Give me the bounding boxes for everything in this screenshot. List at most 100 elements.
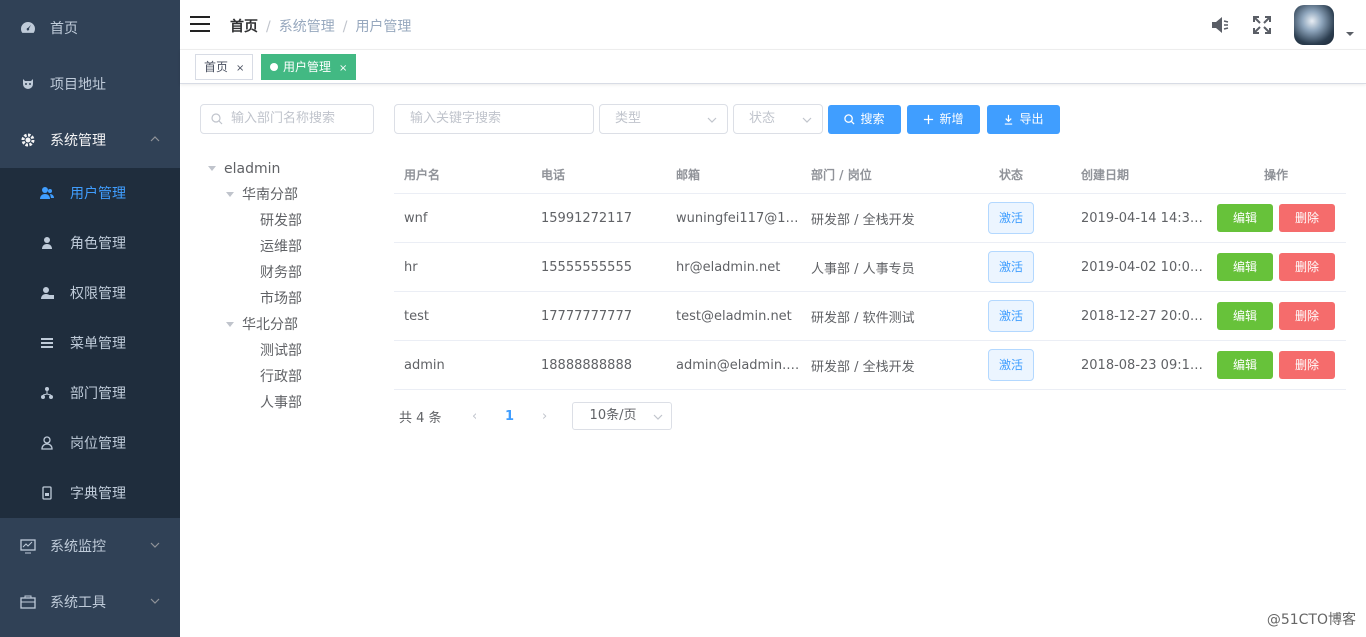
cell-phone: 15991272117: [541, 210, 632, 226]
column-header: 邮箱: [676, 168, 701, 182]
column-header: 电话: [541, 168, 566, 182]
column-header: 用户名: [404, 168, 441, 182]
page-number[interactable]: 1: [490, 409, 530, 424]
tree-node-north[interactable]: 华北分部: [200, 312, 380, 338]
tree-node[interactable]: 研发部: [200, 208, 380, 234]
table-row: wnf 15991272117 wuningfei117@163.com 研发部…: [394, 194, 1346, 243]
caret-down-icon[interactable]: [208, 166, 216, 171]
cell-phone: 15555555555: [541, 259, 632, 275]
cell-username: test: [404, 308, 429, 324]
close-icon[interactable]: ×: [236, 63, 244, 74]
sidebar-item-dicts[interactable]: 字典管理: [0, 468, 180, 518]
tab-users[interactable]: 用户管理 ×: [261, 54, 357, 80]
dept-tree: eladmin 华南分部 研发部 运维部 财务部 市场部 华北分部 测试部 行政…: [200, 156, 380, 416]
monitor-icon: [20, 538, 36, 554]
chevron-down-icon: [802, 117, 812, 123]
delete-button[interactable]: 删除: [1279, 351, 1335, 379]
sidebar-item-depts[interactable]: 部门管理: [0, 368, 180, 418]
sidebar-item-label: 系统管理: [50, 133, 106, 149]
plus-icon: [924, 114, 934, 125]
tree-node[interactable]: 市场部: [200, 286, 380, 312]
sidebar-item-label: 用户管理: [70, 186, 126, 202]
cell-phone: 17777777777: [541, 308, 632, 324]
sidebar-item-tools[interactable]: 系统工具: [0, 574, 180, 630]
sidebar-item-label: 系统工具: [50, 595, 106, 611]
caret-down-icon[interactable]: [226, 322, 234, 327]
cell-dept: 研发部 / 软件测试: [811, 310, 915, 326]
tree-node[interactable]: 人事部: [200, 390, 380, 416]
tree-node[interactable]: 测试部: [200, 338, 380, 364]
search-button[interactable]: 搜索: [828, 105, 901, 134]
sidebar-item-label: 部门管理: [70, 386, 126, 402]
add-button[interactable]: 新增: [907, 105, 980, 134]
menu-icon: [40, 336, 54, 350]
tab-home[interactable]: 首页 ×: [195, 54, 254, 80]
tree-node[interactable]: 运维部: [200, 234, 380, 260]
table-row: hr 15555555555 hr@eladmin.net 人事部 / 人事专员…: [394, 243, 1346, 292]
column-header: 创建日期: [1081, 168, 1130, 182]
sidebar-item-users[interactable]: 用户管理: [0, 168, 180, 218]
avatar[interactable]: [1294, 5, 1334, 45]
keyword-search-input[interactable]: 输入关键字搜索: [394, 104, 594, 134]
chevron-up-icon: [150, 136, 160, 142]
hamburger-icon[interactable]: [190, 16, 210, 34]
sidebar-item-label: 菜单管理: [70, 336, 126, 352]
export-button[interactable]: 导出: [987, 105, 1060, 134]
edit-button[interactable]: 编辑: [1217, 253, 1273, 281]
tree-node[interactable]: 财务部: [200, 260, 380, 286]
search-icon: [844, 114, 856, 125]
edit-button[interactable]: 编辑: [1217, 351, 1273, 379]
dept-search-input[interactable]: 输入部门名称搜索: [200, 104, 374, 134]
cell-created: 2018-08-23 09:11:56: [1081, 357, 1206, 373]
column-header: 操作: [1263, 168, 1288, 182]
cell-dept: 人事部 / 人事专员: [811, 261, 915, 277]
cell-phone: 18888888888: [541, 357, 632, 373]
page-size-select[interactable]: 10条/页: [571, 402, 672, 430]
fullscreen-icon[interactable]: [1252, 15, 1272, 35]
column-header: 部门 / 岗位: [811, 168, 872, 182]
breadcrumb-system: 系统管理: [278, 19, 335, 35]
sidebar-item-permissions[interactable]: 权限管理: [0, 268, 180, 318]
sidebar-item-label: 系统监控: [50, 539, 106, 555]
sidebar-item-project[interactable]: 项目地址: [0, 56, 180, 112]
caret-down-icon[interactable]: [1346, 30, 1354, 38]
sidebar-item-system[interactable]: 系统管理: [0, 112, 180, 168]
sidebar-item-menus[interactable]: 菜单管理: [0, 318, 180, 368]
sidebar-item-roles[interactable]: 角色管理: [0, 218, 180, 268]
status-badge[interactable]: 激活: [988, 300, 1034, 332]
close-icon[interactable]: ×: [339, 63, 347, 74]
sidebar-item-jobs[interactable]: 岗位管理: [0, 418, 180, 468]
delete-button[interactable]: 删除: [1279, 204, 1335, 232]
watermark: @51CTO博客: [1266, 612, 1356, 628]
next-page-button[interactable]: ›: [530, 409, 560, 424]
delete-button[interactable]: 删除: [1279, 302, 1335, 330]
sidebar-item-label: 岗位管理: [70, 436, 126, 452]
sidebar-item-monitor[interactable]: 系统监控: [0, 518, 180, 574]
breadcrumb: 首页 / 系统管理 / 用户管理: [230, 19, 412, 35]
status-badge[interactable]: 激活: [988, 349, 1034, 381]
delete-button[interactable]: 删除: [1279, 253, 1335, 281]
tree-node-root[interactable]: eladmin: [200, 156, 380, 182]
sidebar-item-home[interactable]: 首页: [0, 0, 180, 56]
cell-email: admin@eladmin.net: [676, 357, 801, 373]
speaker-icon[interactable]: [1210, 15, 1230, 35]
status-badge[interactable]: 激活: [988, 202, 1034, 234]
sidebar-item-label: 字典管理: [70, 486, 126, 502]
table-header: 用户名 电话 邮箱 部门 / 岗位 状态 创建日期 操作: [394, 156, 1346, 194]
search-icon: [211, 113, 223, 125]
edit-button[interactable]: 编辑: [1217, 204, 1273, 232]
status-select[interactable]: 状态: [733, 104, 823, 134]
edit-button[interactable]: 编辑: [1217, 302, 1273, 330]
pagination: 共 4 条 ‹ 1 › 10条/页: [399, 402, 672, 430]
tree-node[interactable]: 行政部: [200, 364, 380, 390]
type-select[interactable]: 类型: [599, 104, 728, 134]
chevron-down-icon: [150, 542, 160, 548]
table-row: admin 18888888888 admin@eladmin.net 研发部 …: [394, 341, 1346, 390]
status-badge[interactable]: 激活: [988, 251, 1034, 283]
total-count: 共 4 条: [399, 410, 442, 426]
dept-icon: [40, 386, 54, 400]
prev-page-button[interactable]: ‹: [460, 409, 490, 424]
caret-down-icon[interactable]: [226, 192, 234, 197]
tree-node-south[interactable]: 华南分部: [200, 182, 380, 208]
breadcrumb-home[interactable]: 首页: [230, 19, 258, 35]
